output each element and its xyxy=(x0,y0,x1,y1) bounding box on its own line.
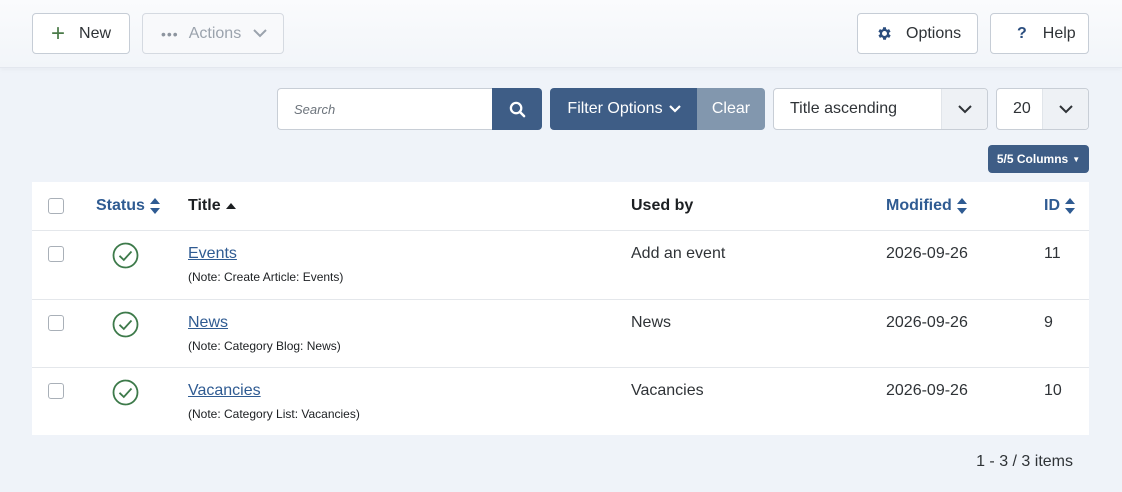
columns-button[interactable]: 5/5 Columns ▼ xyxy=(988,145,1089,173)
item-title-link[interactable]: Events xyxy=(188,245,237,263)
ellipsis-icon: ••• xyxy=(161,25,179,42)
actions-button-label: Actions xyxy=(188,24,242,42)
check-circle-icon[interactable] xyxy=(112,242,139,269)
title-header-label: Title xyxy=(188,197,221,214)
options-button[interactable]: Options xyxy=(857,13,978,54)
options-button-label: Options xyxy=(906,24,962,42)
id-column-header[interactable]: ID xyxy=(1044,197,1075,215)
modified-cell: 2026-09-26 xyxy=(886,382,968,399)
check-circle-icon[interactable] xyxy=(112,379,139,406)
table-row: News (Note: Category Blog: News) News 20… xyxy=(32,300,1089,368)
modified-header-label: Modified xyxy=(886,197,952,214)
modified-cell: 2026-09-26 xyxy=(886,245,968,262)
id-cell: 11 xyxy=(1044,245,1061,262)
items-table: Status Title Used by Modified ID Events … xyxy=(32,182,1089,435)
sort-icon xyxy=(956,198,967,214)
modified-column-header[interactable]: Modified xyxy=(886,197,967,215)
search-icon xyxy=(509,101,525,117)
filter-options-label: Filter Options xyxy=(567,100,663,117)
row-checkbox[interactable] xyxy=(48,246,64,262)
search-input[interactable] xyxy=(277,88,493,130)
question-icon: ? xyxy=(1017,24,1027,42)
clear-button[interactable]: Clear xyxy=(697,88,765,130)
row-checkbox[interactable] xyxy=(48,383,64,399)
id-header-label: ID xyxy=(1044,197,1060,214)
used-by-cell: Vacancies xyxy=(631,382,704,399)
table-header-row: Status Title Used by Modified ID xyxy=(32,182,1089,231)
select-all-checkbox[interactable] xyxy=(48,198,64,214)
toolbar: + New ••• Actions Options ? Help xyxy=(0,0,1122,68)
table-row: Events (Note: Create Article: Events) Ad… xyxy=(32,231,1089,300)
item-title-link[interactable]: Vacancies xyxy=(188,382,261,400)
table-row: Vacancies (Note: Category List: Vacancie… xyxy=(32,368,1089,435)
sort-asc-icon xyxy=(225,202,236,210)
item-note: (Note: Category List: Vacancies) xyxy=(188,407,360,421)
filter-options-button[interactable]: Filter Options xyxy=(550,88,698,130)
used-by-header-label: Used by xyxy=(631,197,694,214)
actions-button[interactable]: ••• Actions xyxy=(142,13,284,54)
used-by-cell: Add an event xyxy=(631,245,726,262)
pagination-summary: 1 - 3 / 3 items xyxy=(976,453,1073,470)
clear-button-label: Clear xyxy=(711,100,751,117)
columns-button-label: 5/5 Columns xyxy=(996,152,1069,166)
list-limit-select[interactable]: 20 xyxy=(996,88,1089,130)
chevron-down-icon xyxy=(941,89,987,129)
chevron-down-icon xyxy=(1042,89,1088,129)
new-button[interactable]: + New xyxy=(32,13,130,54)
help-button-label: Help xyxy=(1042,24,1076,42)
list-limit-value: 20 xyxy=(1013,100,1031,117)
sort-select-value: Title ascending xyxy=(790,100,898,117)
status-column-header[interactable]: Status xyxy=(96,197,160,215)
modified-cell: 2026-09-26 xyxy=(886,314,968,331)
item-title-link[interactable]: News xyxy=(188,314,228,332)
id-cell: 10 xyxy=(1044,382,1062,399)
id-cell: 9 xyxy=(1044,314,1053,331)
used-by-column-header: Used by xyxy=(631,197,693,215)
check-circle-icon[interactable] xyxy=(112,311,139,338)
plus-icon: + xyxy=(51,19,66,47)
item-note: (Note: Category Blog: News) xyxy=(188,339,341,353)
row-checkbox[interactable] xyxy=(48,315,64,331)
chevron-down-icon xyxy=(668,105,681,113)
sort-icon xyxy=(1065,198,1075,214)
sort-select[interactable]: Title ascending xyxy=(773,88,988,130)
item-note: (Note: Create Article: Events) xyxy=(188,270,344,284)
gear-icon xyxy=(876,25,893,42)
used-by-cell: News xyxy=(631,314,672,331)
title-column-header[interactable]: Title xyxy=(188,197,236,215)
help-button[interactable]: ? Help xyxy=(990,13,1089,54)
chevron-down-icon xyxy=(253,25,267,43)
search-button[interactable] xyxy=(492,88,542,130)
status-header-label: Status xyxy=(96,197,145,214)
sort-icon xyxy=(149,198,160,214)
new-button-label: New xyxy=(79,24,112,42)
caret-down-icon: ▼ xyxy=(1072,154,1081,164)
